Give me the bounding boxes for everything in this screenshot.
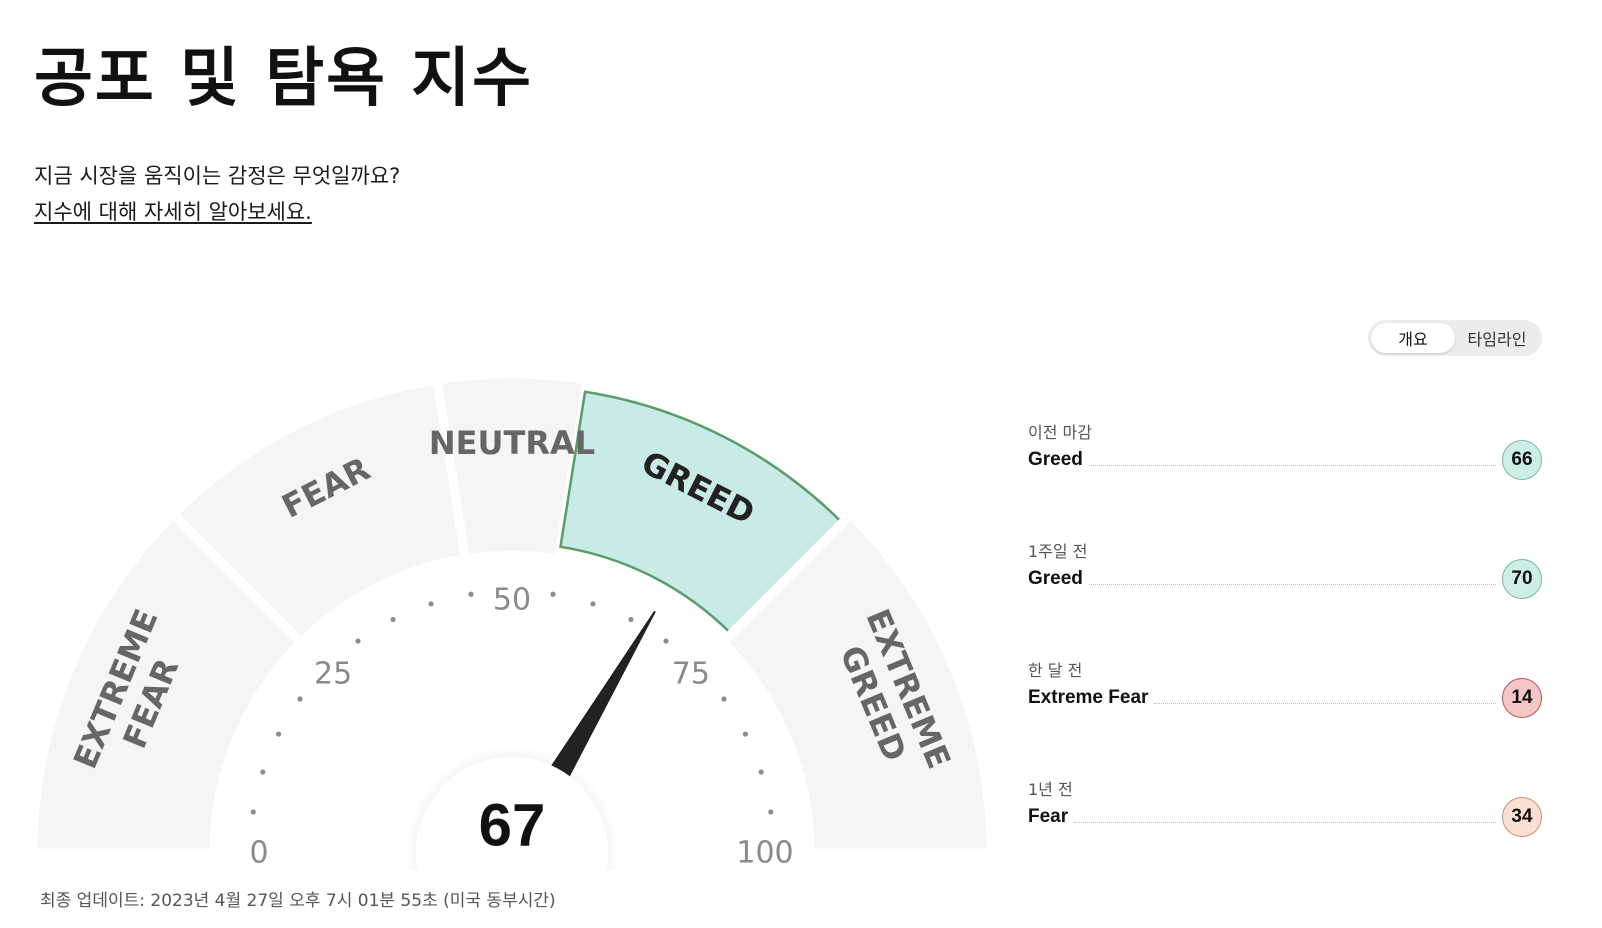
gauge-tick-dot bbox=[250, 809, 256, 815]
dotted-leader bbox=[1088, 583, 1496, 585]
gauge-svg: EXTREMEFEARFEARNEUTRALGREEDEXTREMEGREED0… bbox=[28, 369, 996, 871]
history-rating: Greed bbox=[1028, 449, 1083, 470]
gauge-scale-label: 75 bbox=[672, 657, 710, 692]
history-score-badge: 14 bbox=[1502, 678, 1542, 718]
gauge-tick-dot bbox=[390, 616, 396, 623]
history-rating: Extreme Fear bbox=[1028, 687, 1149, 708]
toggle-overview-button[interactable]: 개요 bbox=[1371, 323, 1455, 353]
gauge-tick-dot bbox=[297, 696, 303, 702]
history-score-badge: 66 bbox=[1502, 440, 1542, 480]
history-rating: Fear bbox=[1028, 806, 1069, 827]
gauge-tick-dot bbox=[428, 601, 434, 607]
gauge-scale-label: 100 bbox=[736, 836, 793, 871]
learn-more-link[interactable]: 지수에 대해 자세히 알아보세요. bbox=[34, 200, 312, 224]
history-item: 1주일 전 Greed 70 bbox=[1028, 539, 1542, 658]
gauge-tick-dot bbox=[768, 809, 774, 815]
history-item: 이전 마감 Greed 66 bbox=[1028, 420, 1542, 539]
gauge-tick-dot bbox=[590, 601, 596, 607]
gauge-tick-dot bbox=[628, 616, 634, 623]
view-toggle: 개요 타임라인 bbox=[1368, 320, 1542, 356]
history-list: 이전 마감 Greed 66 1주일 전 Greed 70 한 달 전 Extr… bbox=[1028, 420, 1542, 896]
fear-greed-gauge: EXTREME FEAR FEAR NEUTRAL GREED EXTREME GREED 0… bbox=[0, 360, 1010, 870]
gauge-scale-label: 25 bbox=[314, 657, 352, 692]
dotted-leader bbox=[1074, 821, 1496, 823]
gauge-score-value: 67 bbox=[479, 792, 546, 859]
history-score-badge: 34 bbox=[1502, 797, 1542, 837]
gauge-tick-dot bbox=[550, 591, 556, 597]
gauge-tick-dot bbox=[275, 731, 282, 737]
history-score-badge: 70 bbox=[1502, 559, 1542, 599]
history-item: 한 달 전 Extreme Fear 14 bbox=[1028, 658, 1542, 777]
gauge-tick-dot bbox=[468, 591, 474, 597]
history-item: 1년 전 Fear 34 bbox=[1028, 777, 1542, 896]
toggle-timeline-button[interactable]: 타임라인 bbox=[1455, 323, 1539, 353]
gauge-tick-dot bbox=[758, 769, 764, 775]
gauge-scale-label: 50 bbox=[493, 583, 531, 618]
gauge-tick-dot bbox=[721, 696, 727, 702]
page-title: 공포 및 탐욕 지수 bbox=[34, 42, 534, 116]
gauge-tick-dot bbox=[260, 769, 266, 775]
gauge-tick-dot bbox=[355, 638, 361, 644]
last-updated: 최종 업데이트: 2023년 4월 27일 오후 7시 01분 55초 (미국 … bbox=[40, 891, 556, 911]
history-rating: Greed bbox=[1028, 568, 1083, 589]
gauge-tick-dot bbox=[742, 731, 749, 737]
subtitle: 지금 시장을 움직이는 감정은 무엇일까요? bbox=[34, 164, 401, 188]
intro: 지금 시장을 움직이는 감정은 무엇일까요? 지수에 대해 자세히 알아보세요. bbox=[34, 158, 400, 230]
gauge-zone-label: NEUTRAL bbox=[429, 424, 595, 462]
gauge-scale-label: 0 bbox=[249, 836, 268, 871]
dotted-leader bbox=[1154, 702, 1496, 704]
gauge-tick-dot bbox=[663, 638, 669, 644]
dotted-leader bbox=[1088, 464, 1496, 466]
